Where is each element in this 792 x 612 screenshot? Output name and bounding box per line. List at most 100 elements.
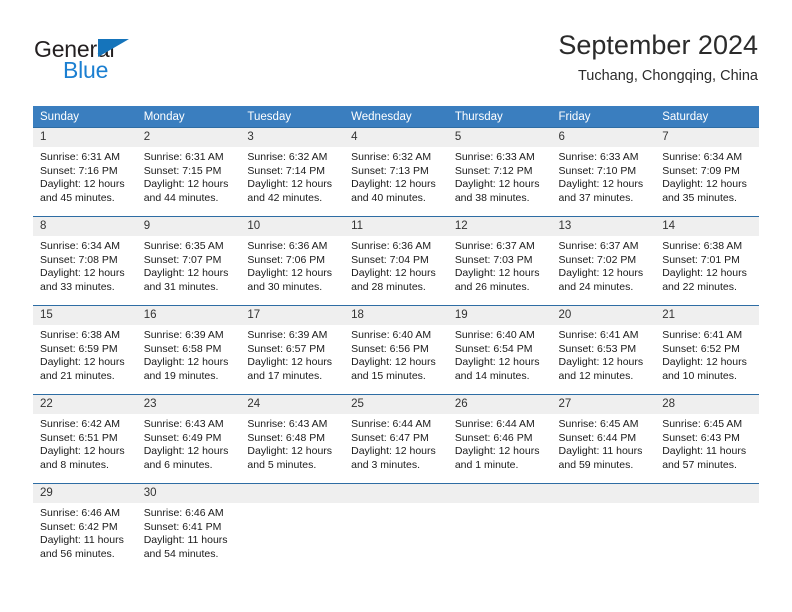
sunrise-text: Sunrise: 6:37 AM xyxy=(454,240,535,252)
day-details: Sunrise: 6:39 AM Sunset: 6:58 PM Daylight:… xyxy=(137,325,241,383)
daylight-text-line1: Daylight: 12 hours xyxy=(247,267,333,280)
sunset-text: Sunset: 6:56 PM xyxy=(351,342,429,355)
sunrise-text: Sunrise: 6:38 AM xyxy=(662,240,743,252)
day-number xyxy=(551,484,656,503)
calendar-day-cell[interactable]: 22 Sunrise: 6:42 AM Sunset: 6:51 PM Dayligh… xyxy=(33,394,137,483)
calendar-week-row: 22 Sunrise: 6:42 AM Sunset: 6:51 PM Dayligh… xyxy=(33,394,759,483)
sunset-text: Sunset: 7:15 PM xyxy=(143,164,222,177)
sunset-text: Sunset: 7:04 PM xyxy=(351,253,429,266)
daylight-text-line1: Daylight: 12 hours xyxy=(143,356,229,369)
sunrise-text: Sunrise: 6:38 AM xyxy=(40,329,120,341)
daylight-text-line1: Daylight: 12 hours xyxy=(247,445,333,458)
calendar-day-cell[interactable]: 6 Sunrise: 6:33 AM Sunset: 7:10 PM Daylight… xyxy=(551,127,656,216)
sunset-text: Sunset: 7:09 PM xyxy=(662,164,740,177)
calendar-day-cell[interactable]: 30 Sunrise: 6:46 AM Sunset: 6:41 PM Dayligh… xyxy=(136,483,241,572)
calendar-day-cell[interactable]: 9 Sunrise: 6:35 AM Sunset: 7:07 PM Daylight… xyxy=(136,216,241,305)
calendar-day-cell[interactable]: 23 Sunrise: 6:43 AM Sunset: 6:49 PM Dayligh… xyxy=(136,394,241,483)
calendar-day-cell[interactable]: 18 Sunrise: 6:40 AM Sunset: 6:56 PM Dayligh… xyxy=(344,305,448,394)
day-number: 28 xyxy=(655,395,759,414)
daylight-text-line2: and 42 minutes. xyxy=(247,191,323,204)
day-number xyxy=(655,484,759,503)
sunset-text: Sunset: 7:01 PM xyxy=(662,253,740,266)
calendar-day-cell[interactable]: 14 Sunrise: 6:38 AM Sunset: 7:01 PM Dayligh… xyxy=(655,216,759,305)
calendar-day-cell[interactable]: 2 Sunrise: 6:31 AM Sunset: 7:15 PM Daylight… xyxy=(136,127,241,216)
calendar-day-cell[interactable]: 24 Sunrise: 6:43 AM Sunset: 6:48 PM Dayligh… xyxy=(240,394,345,483)
daylight-text-line1: Daylight: 12 hours xyxy=(351,445,436,458)
calendar-day-cell[interactable]: 10 Sunrise: 6:36 AM Sunset: 7:06 PM Dayligh… xyxy=(240,216,345,305)
calendar-day-cell[interactable]: 7 Sunrise: 6:34 AM Sunset: 7:09 PM Daylight… xyxy=(655,127,759,216)
day-details: Sunrise: 6:31 AM Sunset: 7:16 PM Daylight:… xyxy=(33,147,137,205)
day-cell-inner: 27 Sunrise: 6:45 AM Sunset: 6:44 PM Dayligh… xyxy=(551,394,656,483)
calendar-day-cell[interactable] xyxy=(551,483,656,572)
general-blue-logo[interactable]: General Blue xyxy=(34,36,214,88)
sunrise-text: Sunrise: 6:40 AM xyxy=(454,329,535,341)
calendar-day-cell[interactable]: 20 Sunrise: 6:41 AM Sunset: 6:53 PM Dayligh… xyxy=(551,305,656,394)
daylight-text-line2: and 8 minutes. xyxy=(40,458,109,471)
calendar-day-cell[interactable]: 25 Sunrise: 6:44 AM Sunset: 6:47 PM Dayligh… xyxy=(344,394,448,483)
day-number: 13 xyxy=(551,217,656,236)
calendar-day-cell[interactable]: 3 Sunrise: 6:32 AM Sunset: 7:14 PM Daylight… xyxy=(240,127,345,216)
daylight-text-line2: and 19 minutes. xyxy=(143,369,219,382)
day-details: Sunrise: 6:46 AM Sunset: 6:42 PM Daylight:… xyxy=(33,503,137,561)
daylight-text-line1: Daylight: 12 hours xyxy=(454,178,540,191)
sunset-text: Sunset: 7:14 PM xyxy=(247,164,326,177)
calendar-day-cell[interactable]: 17 Sunrise: 6:39 AM Sunset: 6:57 PM Dayligh… xyxy=(240,305,345,394)
calendar-day-cell[interactable]: 28 Sunrise: 6:45 AM Sunset: 6:43 PM Dayligh… xyxy=(655,394,759,483)
day-cell-inner: 16 Sunrise: 6:39 AM Sunset: 6:58 PM Dayligh… xyxy=(136,305,241,394)
day-number: 1 xyxy=(33,128,137,147)
day-cell-inner: 1 Sunrise: 6:31 AM Sunset: 7:16 PM Daylight… xyxy=(33,127,137,216)
day-details: Sunrise: 6:36 AM Sunset: 7:04 PM Daylight:… xyxy=(344,236,448,294)
calendar-day-cell[interactable]: 4 Sunrise: 6:32 AM Sunset: 7:13 PM Daylight… xyxy=(344,127,448,216)
calendar-day-cell[interactable] xyxy=(447,483,552,572)
daylight-text-line1: Daylight: 12 hours xyxy=(143,267,229,280)
calendar-day-cell[interactable] xyxy=(344,483,448,572)
sunset-text: Sunset: 6:49 PM xyxy=(143,431,222,444)
calendar-week-row: 8 Sunrise: 6:34 AM Sunset: 7:08 PM Daylight… xyxy=(33,216,759,305)
day-cell-inner: 4 Sunrise: 6:32 AM Sunset: 7:13 PM Daylight… xyxy=(344,127,448,216)
page-title: September 2024 xyxy=(558,30,758,60)
day-number: 8 xyxy=(33,217,137,236)
logo-text-blue: Blue xyxy=(63,57,109,83)
weekday-header-monday: Monday xyxy=(136,106,241,127)
calendar-body: 1 Sunrise: 6:31 AM Sunset: 7:16 PM Daylight… xyxy=(33,127,759,572)
calendar-day-cell[interactable]: 1 Sunrise: 6:31 AM Sunset: 7:16 PM Daylight… xyxy=(33,127,137,216)
weekday-header-saturday: Saturday xyxy=(655,106,759,127)
calendar-day-cell[interactable]: 12 Sunrise: 6:37 AM Sunset: 7:03 PM Dayligh… xyxy=(447,216,552,305)
calendar-day-cell[interactable]: 21 Sunrise: 6:41 AM Sunset: 6:52 PM Dayligh… xyxy=(655,305,759,394)
day-number: 16 xyxy=(136,306,241,325)
daylight-text-line2: and 26 minutes. xyxy=(454,280,530,293)
calendar-day-cell[interactable] xyxy=(240,483,345,572)
sunrise-text: Sunrise: 6:42 AM xyxy=(40,418,120,430)
calendar-day-cell[interactable]: 8 Sunrise: 6:34 AM Sunset: 7:08 PM Daylight… xyxy=(33,216,137,305)
weekday-header-tuesday: Tuesday xyxy=(240,106,345,127)
day-number: 17 xyxy=(240,306,345,325)
daylight-text-line1: Daylight: 11 hours xyxy=(558,445,643,458)
calendar-day-cell[interactable]: 11 Sunrise: 6:36 AM Sunset: 7:04 PM Dayligh… xyxy=(344,216,448,305)
day-details xyxy=(240,503,344,507)
day-number: 6 xyxy=(551,128,656,147)
daylight-text-line2: and 45 minutes. xyxy=(40,191,115,204)
sunset-text: Sunset: 6:42 PM xyxy=(40,520,118,533)
day-cell-inner: 6 Sunrise: 6:33 AM Sunset: 7:10 PM Daylight… xyxy=(551,127,656,216)
day-number xyxy=(344,484,448,503)
calendar-day-cell[interactable]: 15 Sunrise: 6:38 AM Sunset: 6:59 PM Dayligh… xyxy=(33,305,137,394)
daylight-text-line1: Daylight: 11 hours xyxy=(662,445,747,458)
calendar-day-cell[interactable]: 27 Sunrise: 6:45 AM Sunset: 6:44 PM Dayligh… xyxy=(551,394,656,483)
sunrise-text: Sunrise: 6:40 AM xyxy=(351,329,432,341)
calendar-day-cell[interactable]: 13 Sunrise: 6:37 AM Sunset: 7:02 PM Dayligh… xyxy=(551,216,656,305)
calendar-day-cell[interactable]: 19 Sunrise: 6:40 AM Sunset: 6:54 PM Dayligh… xyxy=(447,305,552,394)
calendar-day-cell[interactable]: 16 Sunrise: 6:39 AM Sunset: 6:58 PM Dayligh… xyxy=(136,305,241,394)
day-cell-inner: 3 Sunrise: 6:32 AM Sunset: 7:14 PM Daylight… xyxy=(240,127,345,216)
day-number xyxy=(447,484,552,503)
sunset-text: Sunset: 6:41 PM xyxy=(143,520,222,533)
day-number: 29 xyxy=(33,484,137,503)
calendar-day-cell[interactable]: 5 Sunrise: 6:33 AM Sunset: 7:12 PM Daylight… xyxy=(447,127,552,216)
day-cell-inner: 18 Sunrise: 6:40 AM Sunset: 6:56 PM Dayligh… xyxy=(344,305,448,394)
sunrise-text: Sunrise: 6:36 AM xyxy=(247,240,328,252)
calendar-day-cell[interactable]: 29 Sunrise: 6:46 AM Sunset: 6:42 PM Dayligh… xyxy=(33,483,137,572)
calendar-week-row: 1 Sunrise: 6:31 AM Sunset: 7:16 PM Daylight… xyxy=(33,127,759,216)
calendar-day-cell[interactable] xyxy=(655,483,759,572)
calendar-day-cell[interactable]: 26 Sunrise: 6:44 AM Sunset: 6:46 PM Dayligh… xyxy=(447,394,552,483)
daylight-text-line1: Daylight: 12 hours xyxy=(662,178,747,191)
day-cell-inner: 22 Sunrise: 6:42 AM Sunset: 6:51 PM Dayligh… xyxy=(33,394,137,483)
